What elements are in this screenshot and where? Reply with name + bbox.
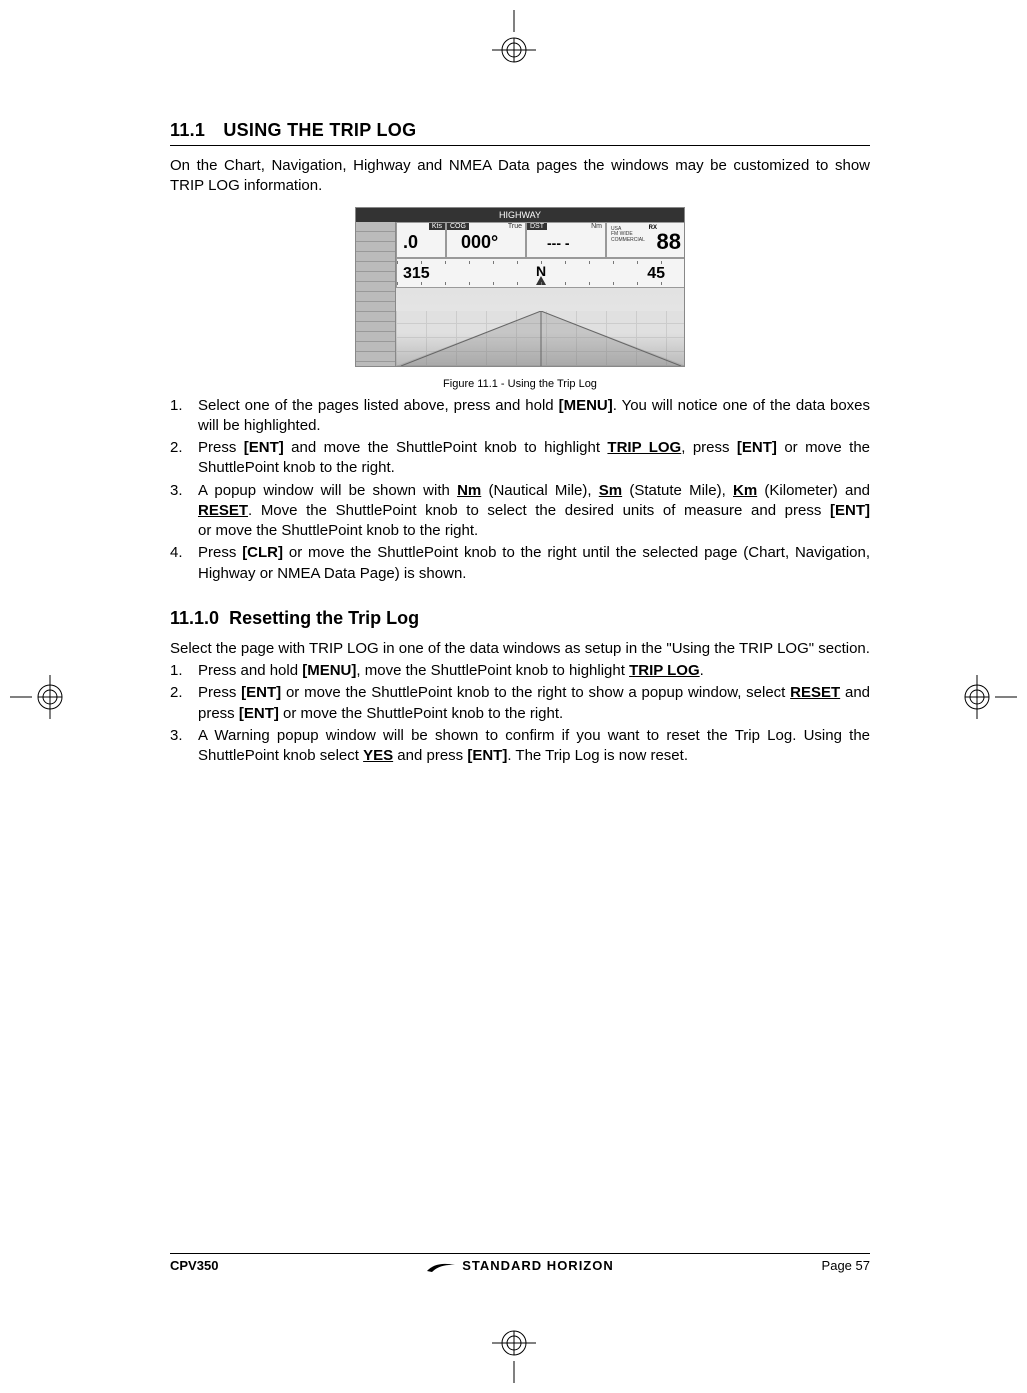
t: . [700, 662, 704, 679]
dst-value: --- - [547, 235, 570, 251]
menu-trip-log: TRIP LOG [629, 662, 700, 679]
t: or move the ShuttlePoint knob to the rig… [281, 684, 790, 701]
section-rule [170, 145, 870, 146]
key-clr: [CLR] [242, 544, 283, 561]
key-ent: [ENT] [241, 684, 281, 701]
figure-block: HIGHWAY Kts .0 COG True 000° [170, 207, 870, 390]
sog-value: .0 [403, 232, 418, 253]
t: , press [681, 439, 737, 456]
step-1: 1. Select one of the pages listed above,… [170, 396, 870, 437]
heading-right: 45 [647, 265, 665, 283]
t: Press [198, 439, 244, 456]
intro2-paragraph: Select the page with TRIP LOG in one of … [170, 639, 870, 659]
menu-trip-log: TRIP LOG [607, 439, 681, 456]
key-ent: [ENT] [830, 502, 870, 519]
screenshot-figure: HIGHWAY Kts .0 COG True 000° [355, 207, 685, 367]
page-content: 11.1 USING THE TRIP LOG On the Chart, Na… [170, 120, 870, 786]
step-3: 3. A popup window will be shown with Nm … [170, 481, 870, 542]
figure-highway-icon [396, 311, 685, 366]
footer-rule [170, 1253, 870, 1254]
option-km: Km [733, 482, 757, 499]
key-ent: [ENT] [737, 439, 777, 456]
step-2: 2. Press [ENT] or move the ShuttlePoint … [170, 683, 870, 724]
intro-paragraph: On the Chart, Navigation, Highway and NM… [170, 156, 870, 197]
t: and move the ShuttlePoint knob to highli… [284, 439, 608, 456]
figure-left-scale [356, 222, 396, 366]
key-menu: [MENU] [302, 662, 356, 679]
registration-mark-right [957, 667, 1017, 727]
t: Press [198, 684, 241, 701]
t: . Move the ShuttlePoint knob to select t… [248, 502, 830, 519]
brand-swoosh-icon [426, 1259, 456, 1273]
option-nm: Nm [457, 482, 481, 499]
key-menu: [MENU] [559, 397, 613, 414]
t: or move the ShuttlePoint knob to the rig… [279, 705, 563, 722]
registration-mark-bottom [484, 1323, 544, 1383]
cog-unit: True [505, 223, 525, 230]
step-2: 2. Press [ENT] and move the ShuttlePoint… [170, 438, 870, 479]
t: A popup window will be shown with [198, 482, 457, 499]
t: . The Trip Log is now reset. [507, 747, 688, 764]
option-reset: RESET [198, 502, 248, 519]
option-yes: YES [363, 747, 393, 764]
ch-value: 88 [657, 229, 681, 255]
t: Select one of the pages listed above, pr… [198, 397, 559, 414]
footer-brand: STANDARD HORIZON [426, 1258, 614, 1273]
option-reset: RESET [790, 684, 840, 701]
registration-mark-left [10, 667, 70, 727]
cog-label: COG [447, 223, 469, 230]
t: (Kilometer) and [757, 482, 870, 499]
registration-mark-top [484, 10, 544, 70]
t: Press [198, 544, 242, 561]
cog-value: 000° [461, 232, 498, 253]
t: Press and hold [198, 662, 302, 679]
t: (Statute Mile), [622, 482, 733, 499]
subsection-heading: 11.1.0 Resetting the Trip Log [170, 608, 870, 629]
key-ent: [ENT] [239, 705, 279, 722]
page-footer: CPV350 STANDARD HORIZON Page 57 [170, 1253, 870, 1273]
heading-left: 315 [403, 265, 430, 283]
t: and press [393, 747, 467, 764]
key-ent: [ENT] [244, 439, 284, 456]
ch-small-3: COMMERCIAL [611, 238, 645, 244]
step-3: 3. A Warning popup window will be shown … [170, 726, 870, 767]
figure-header: HIGHWAY [356, 208, 684, 222]
footer-page-number: Page 57 [822, 1258, 870, 1273]
subsection-title-text: Resetting the Trip Log [229, 608, 419, 628]
step-1: 1. Press and hold [MENU], move the Shutt… [170, 661, 870, 681]
t: or move the ShuttlePoint knob to the rig… [198, 521, 478, 541]
steps-list-1: 1. Select one of the pages listed above,… [170, 396, 870, 584]
sog-unit: Kts [429, 223, 445, 230]
t: , move the ShuttlePoint knob to highligh… [356, 662, 629, 679]
t: (Nautical Mile), [481, 482, 599, 499]
section-number: 11.1 [170, 120, 218, 141]
figure-caption: Figure 11.1 - Using the Trip Log [170, 378, 870, 390]
footer-model: CPV350 [170, 1258, 218, 1273]
section-heading: 11.1 USING THE TRIP LOG [170, 120, 870, 141]
section-title-text: USING THE TRIP LOG [223, 120, 416, 140]
key-ent: [ENT] [467, 747, 507, 764]
step-4: 4. Press [CLR] or move the ShuttlePoint … [170, 543, 870, 584]
footer-brand-text: STANDARD HORIZON [462, 1258, 614, 1273]
dst-unit: Nm [588, 223, 605, 230]
option-sm: Sm [599, 482, 622, 499]
steps-list-2: 1. Press and hold [MENU], move the Shutt… [170, 661, 870, 766]
subsection-number: 11.1.0 [170, 608, 219, 628]
dst-label: DST [527, 223, 547, 230]
t: or move the ShuttlePoint knob to the rig… [198, 544, 870, 581]
